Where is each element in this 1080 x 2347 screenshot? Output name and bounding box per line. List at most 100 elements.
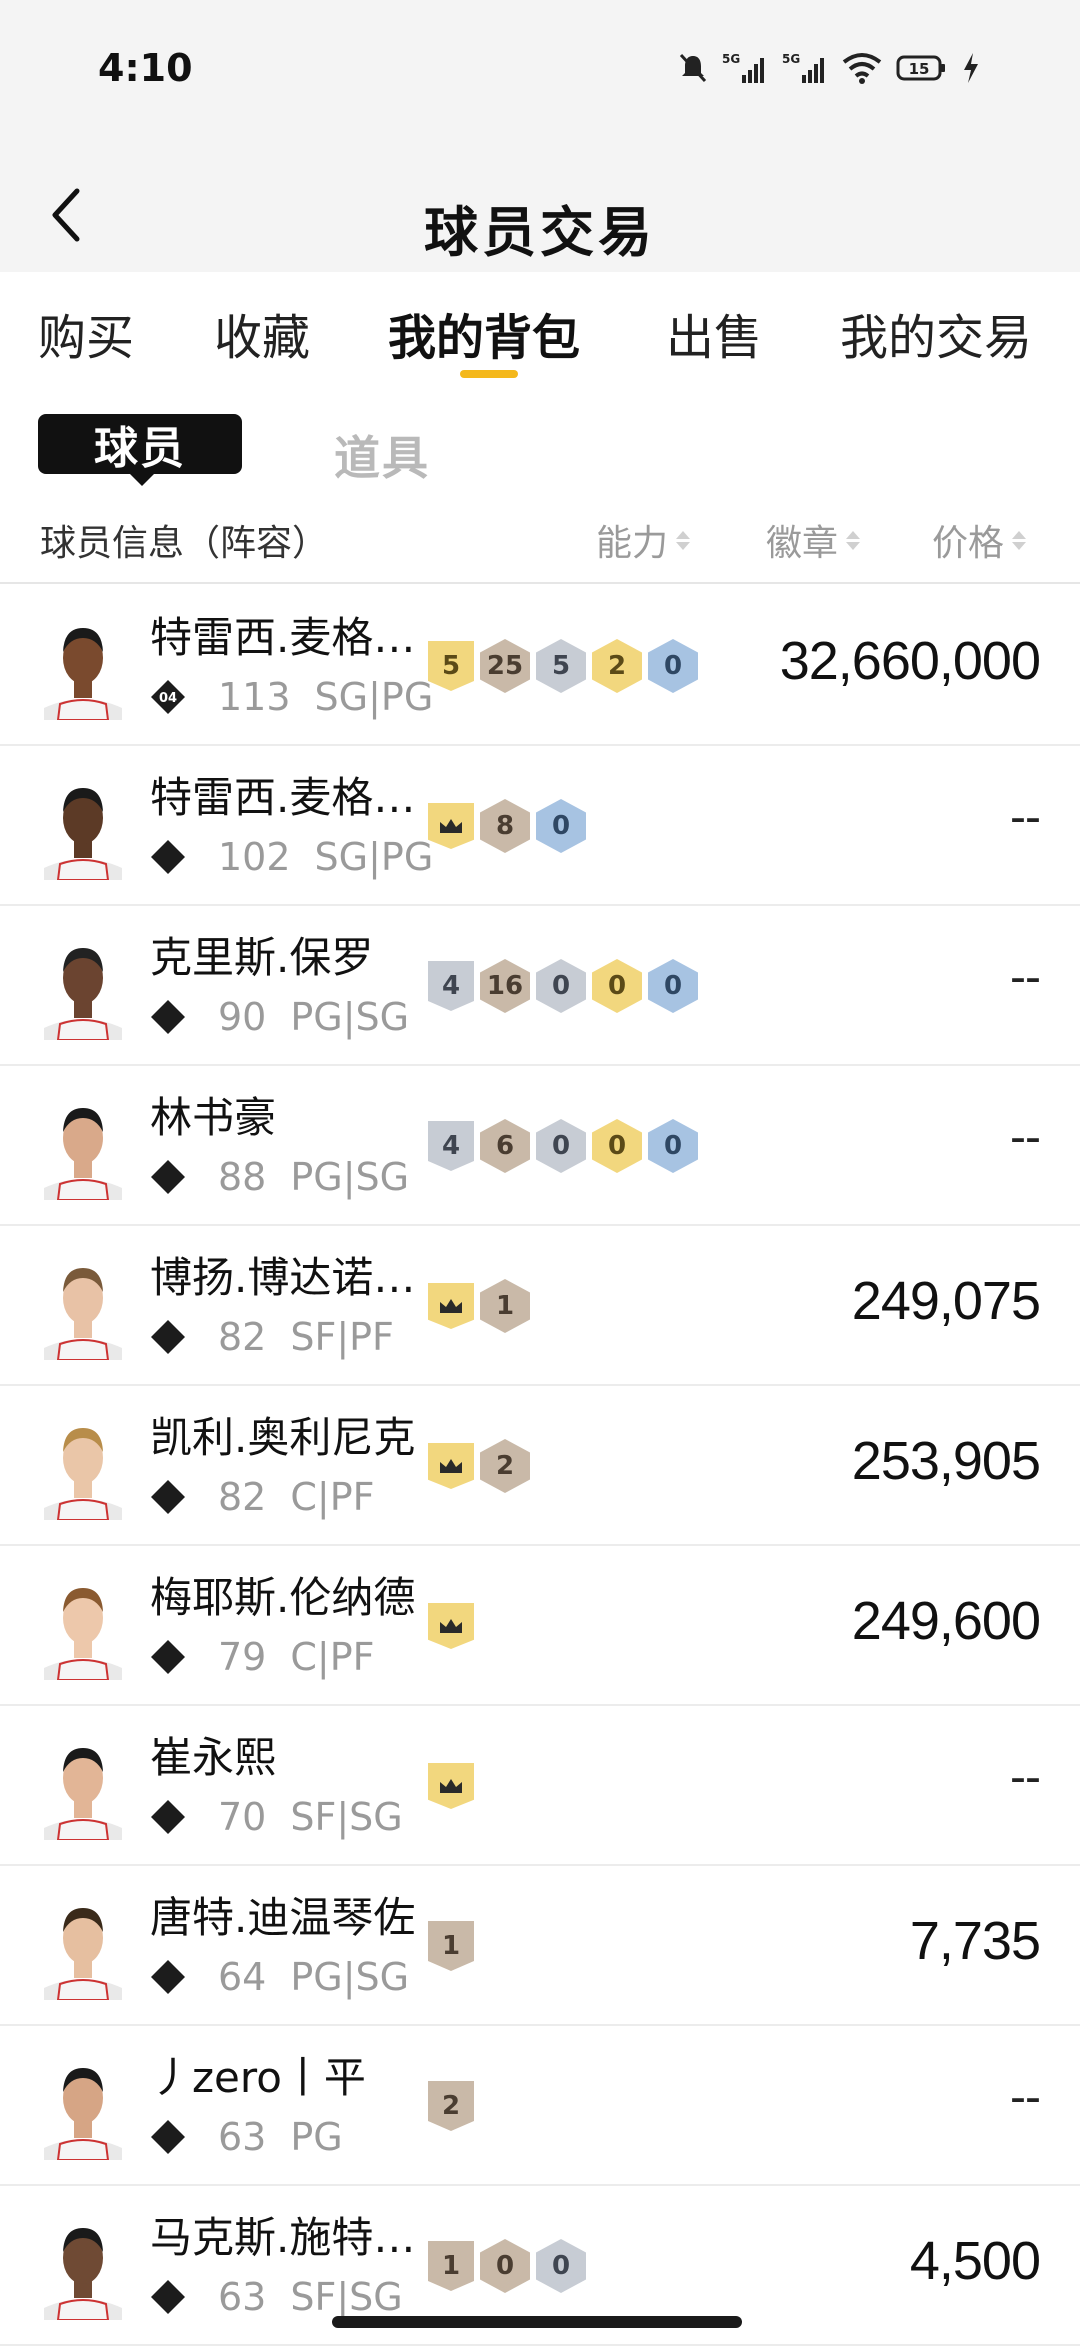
player-meta: 82 C|PF — [150, 1474, 374, 1520]
tab-my-backpack[interactable]: 我的背包 — [388, 298, 580, 368]
sort-icon — [846, 530, 861, 550]
tier-diamond-icon — [150, 839, 186, 875]
player-name: 林书豪 — [150, 1093, 277, 1142]
player-meta: 102 SG|PG — [150, 834, 433, 880]
player-meta: 79 C|PF — [150, 1634, 374, 1680]
crown-badge-icon — [428, 1763, 474, 1809]
player-row[interactable]: 林书豪 88 PG|SG 4 6 0 0 0 -- — [0, 1066, 1080, 1226]
player-position: PG|SG — [290, 1955, 410, 1999]
player-price: -- — [1010, 2071, 1041, 2124]
player-name: 丿zero丨平 — [150, 2053, 366, 2102]
player-avatar — [38, 772, 128, 881]
badge-count: 6 — [480, 1119, 530, 1173]
badge-group: 46000 — [428, 1118, 698, 1174]
status-icons: 5G 5G 15 — [678, 46, 980, 90]
player-meta: 82 SF|PF — [150, 1314, 394, 1360]
tier-diamond-icon — [150, 999, 186, 1035]
player-row[interactable]: 崔永熙 70 SF|SG -- — [0, 1706, 1080, 1866]
player-rating: 113 — [218, 675, 291, 719]
sort-ability[interactable]: 能力 — [596, 514, 691, 566]
player-avatar — [38, 1252, 128, 1361]
tab-favorites[interactable]: 收藏 — [214, 298, 310, 368]
player-rating: 102 — [218, 835, 291, 879]
player-row[interactable]: 特雷西.麦格… 04 113 SG|PG 5 25 5 2 0 32,660,000 — [0, 586, 1080, 746]
level-badge: 4 — [428, 1121, 474, 1171]
player-rating: 90 — [218, 995, 267, 1039]
player-row[interactable]: 特雷西.麦格… 102 SG|PG 8 0 -- — [0, 746, 1080, 906]
tier-diamond-icon: 04 — [150, 679, 186, 715]
svg-text:5G: 5G — [782, 52, 800, 66]
player-meta: 63 SF|SG — [150, 2274, 403, 2320]
badge-count: 1 — [480, 1279, 530, 1333]
tier-diamond-icon — [150, 2119, 186, 2155]
player-avatar — [38, 612, 128, 721]
tab-my-trades[interactable]: 我的交易 — [840, 298, 1032, 368]
badge-count: 25 — [480, 639, 530, 693]
level-badge: 4 — [428, 961, 474, 1011]
player-row[interactable]: 丿zero丨平 63 PG 2 -- — [0, 2026, 1080, 2186]
player-position: SF|SG — [290, 2275, 403, 2319]
tier-diamond-icon — [150, 1639, 186, 1675]
player-price: 32,660,000 — [779, 631, 1041, 691]
sort-badge[interactable]: 徽章 — [766, 514, 861, 566]
player-name: 特雷西.麦格… — [150, 773, 416, 822]
player-row[interactable]: 凯利.奥利尼克 82 C|PF 2 253,905 — [0, 1386, 1080, 1546]
tab-bar: 购买 收藏 我的背包 出售 我的交易 — [0, 272, 1080, 382]
player-price: -- — [1010, 1751, 1041, 1804]
player-position: SG|PG — [314, 675, 434, 719]
badge-group: 100 — [428, 2238, 586, 2294]
badge-count: 0 — [536, 1119, 586, 1173]
player-name: 克里斯.保罗 — [150, 933, 374, 982]
player-row[interactable]: 博扬.博达诺… 82 SF|PF 1 249,075 — [0, 1226, 1080, 1386]
subtab-items[interactable]: 道具 — [334, 422, 430, 488]
header-badge-label: 徽章 — [766, 523, 839, 564]
player-name: 唐特.迪温琴佐 — [150, 1893, 416, 1942]
player-avatar — [38, 2052, 128, 2161]
player-meta: 90 PG|SG — [150, 994, 409, 1040]
badge-count: 0 — [592, 1119, 642, 1173]
tier-label: 04 — [159, 691, 177, 706]
player-avatar — [38, 1892, 128, 2001]
player-row[interactable]: 唐特.迪温琴佐 64 PG|SG 1 7,735 — [0, 1866, 1080, 2026]
crown-badge-icon — [428, 1283, 474, 1329]
player-rating: 82 — [218, 1315, 267, 1359]
level-badge: 1 — [428, 2241, 474, 2291]
player-rating: 79 — [218, 1635, 267, 1679]
sort-price[interactable]: 价格 — [932, 514, 1027, 566]
player-name: 特雷西.麦格… — [150, 613, 416, 662]
active-tab-indicator — [460, 370, 518, 378]
player-list: 特雷西.麦格… 04 113 SG|PG 5 25 5 2 0 32,660,000 特雷西.麦格…… — [0, 586, 1080, 2346]
crown-badge-icon — [428, 1603, 474, 1649]
badge-count: 5 — [536, 639, 586, 693]
player-meta: 70 SF|SG — [150, 1794, 403, 1840]
sort-icon — [676, 530, 691, 550]
list-header: 球员信息（阵容） 能力 徽章 价格 — [0, 500, 1080, 584]
player-row[interactable]: 克里斯.保罗 90 PG|SG 4 16 0 0 0 -- — [0, 906, 1080, 1066]
player-price: 253,905 — [851, 1431, 1041, 1491]
nav-bar: 球员交易 — [0, 160, 1080, 270]
player-rating: 82 — [218, 1475, 267, 1519]
level-badge: 2 — [428, 2081, 474, 2131]
crown-badge-icon — [428, 1443, 474, 1489]
tab-buy[interactable]: 购买 — [38, 298, 134, 368]
home-indicator[interactable] — [332, 2316, 742, 2328]
header-ability-label: 能力 — [596, 523, 669, 564]
badge-count: 0 — [536, 2239, 586, 2293]
badge-group — [428, 1598, 474, 1654]
badge-count: 0 — [536, 959, 586, 1013]
tier-diamond-icon — [150, 1479, 186, 1515]
level-badge: 1 — [428, 1921, 474, 1971]
player-position: PG|SG — [290, 995, 410, 1039]
player-price: -- — [1010, 791, 1041, 844]
player-avatar — [38, 1732, 128, 1841]
badge-group: 4 16 0 0 0 — [428, 958, 698, 1014]
player-row[interactable]: 梅耶斯.伦纳德 79 C|PF 249,600 — [0, 1546, 1080, 1706]
tab-sell[interactable]: 出售 — [666, 298, 762, 368]
badge-group — [428, 1758, 474, 1814]
subtab-bar: 球员 道具 — [0, 410, 1080, 486]
page-title: 球员交易 — [424, 201, 656, 264]
subtab-players[interactable]: 球员 — [38, 414, 242, 486]
player-rating: 70 — [218, 1795, 267, 1839]
player-meta: 04 113 SG|PG — [150, 674, 433, 720]
badge-count: 0 — [648, 959, 698, 1013]
